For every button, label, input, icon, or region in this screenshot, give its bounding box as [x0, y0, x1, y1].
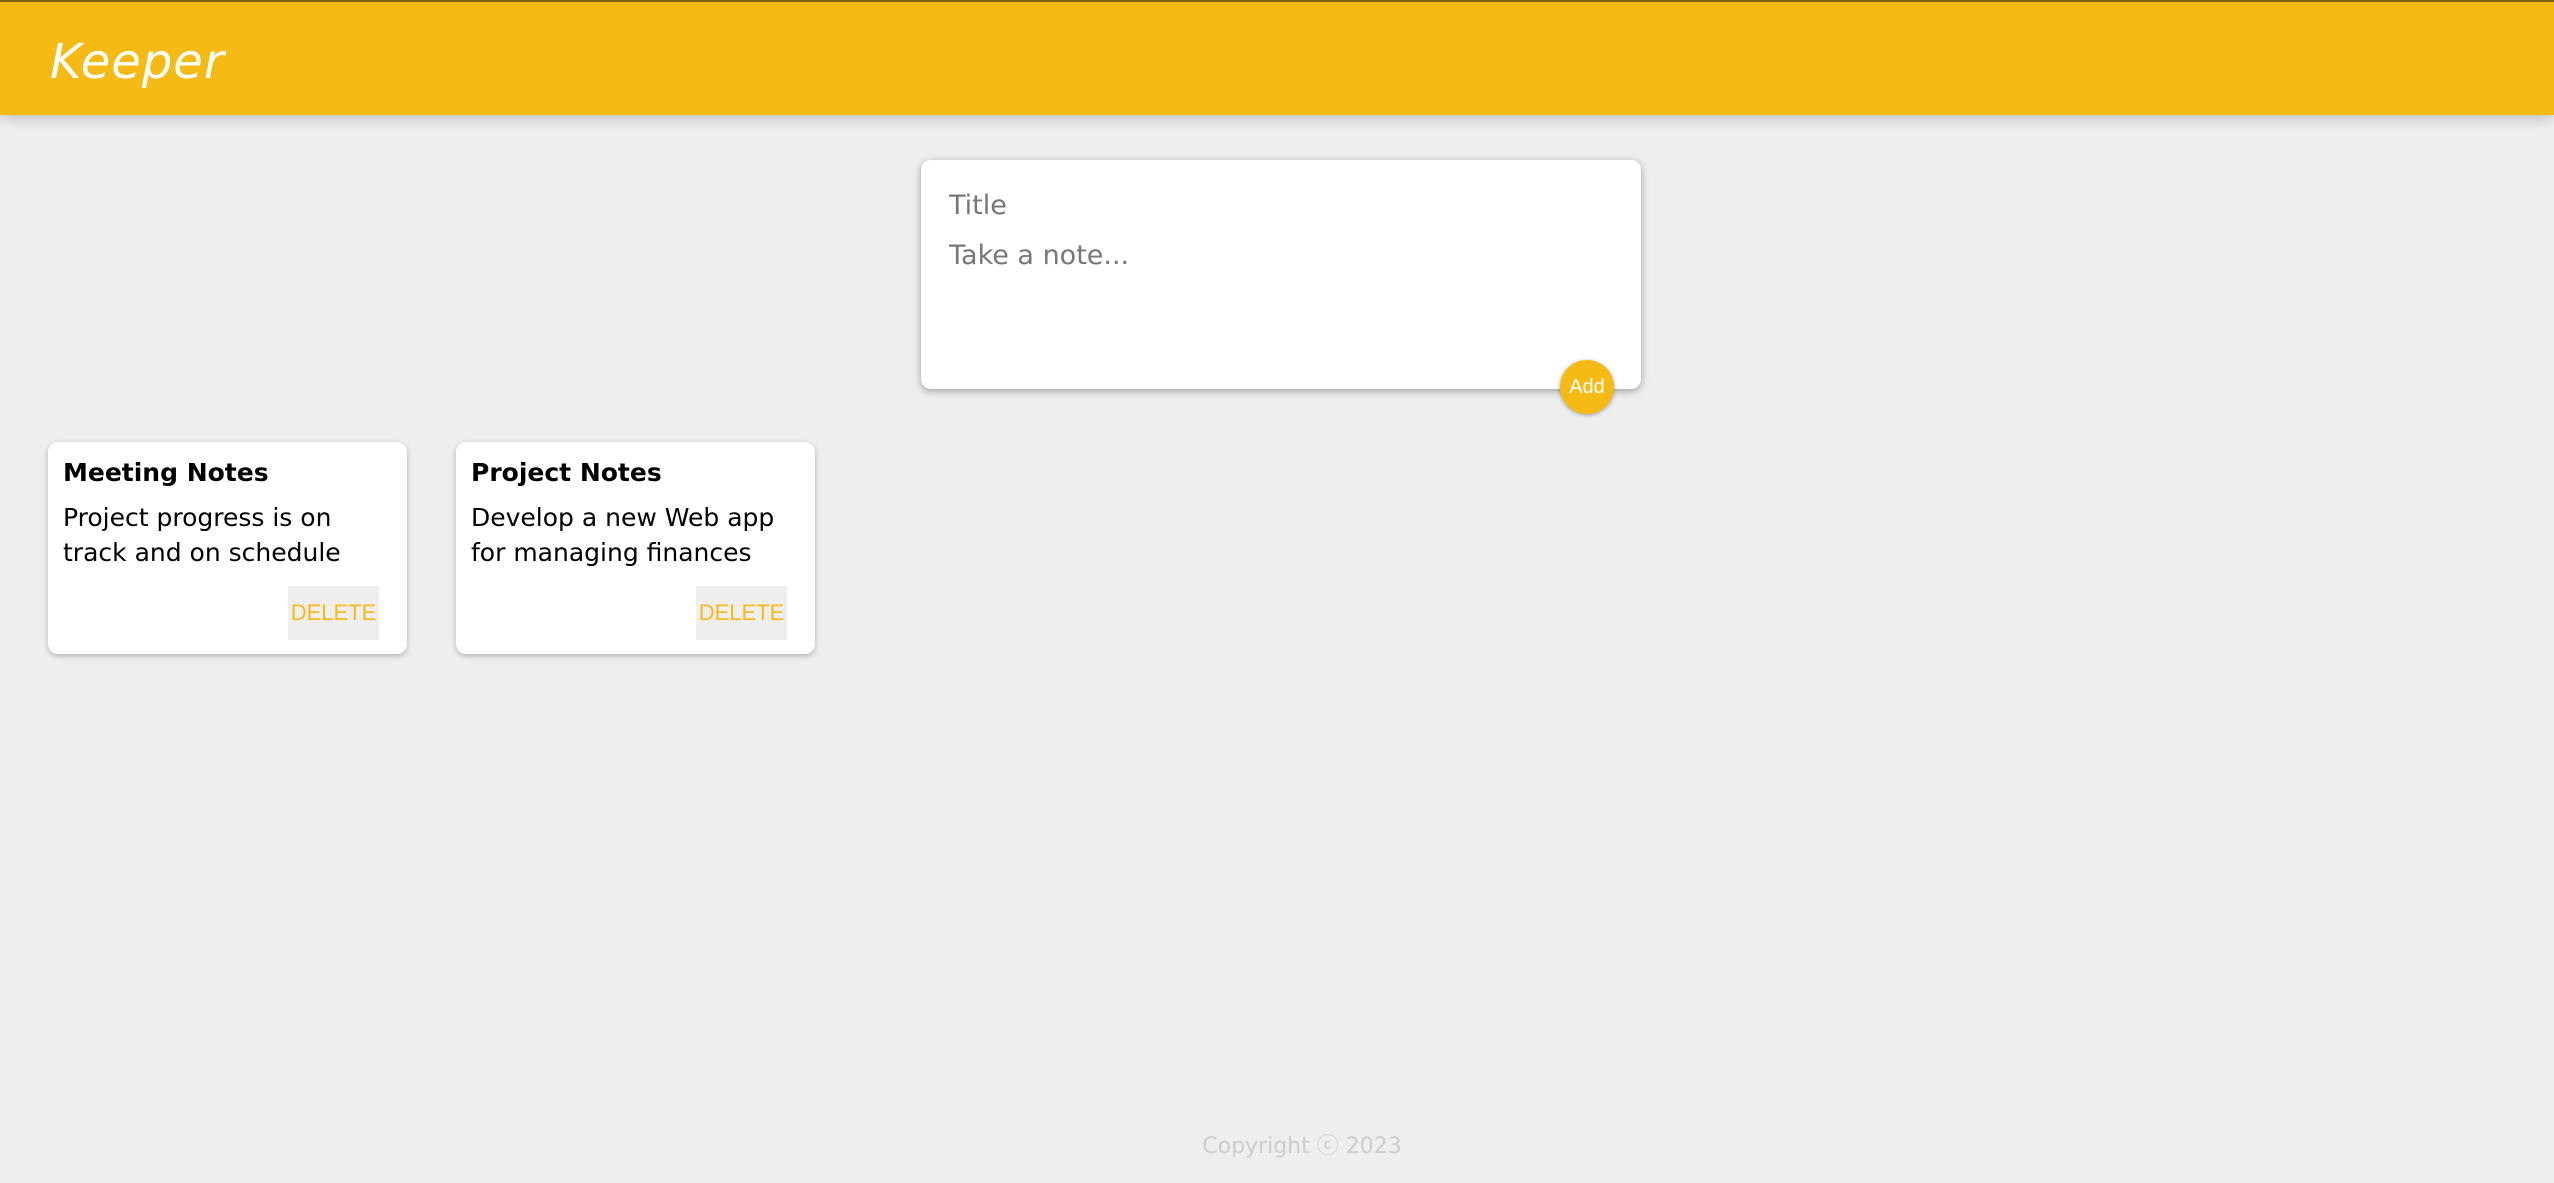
add-note-button[interactable]: Add [1560, 360, 1614, 414]
app-title: Keeper [50, 34, 225, 90]
note-card: Project Notes Develop a new Web app for … [456, 442, 815, 654]
create-note-form: Add [921, 160, 1641, 414]
page-footer: Copyright ⓒ 2023 [0, 1128, 2554, 1160]
delete-note-button[interactable]: DELETE [288, 586, 379, 640]
note-card: Meeting Notes Project progress is on tra… [48, 442, 407, 654]
note-content: Project progress is on track and on sche… [63, 503, 341, 567]
note-title: Meeting Notes [63, 458, 269, 487]
note-content: Develop a new Web app for managing finan… [471, 503, 775, 567]
note-title: Project Notes [471, 458, 662, 487]
copyright-text: Copyright ⓒ 2023 [1202, 1134, 1402, 1159]
note-content-textarea[interactable] [949, 240, 1609, 360]
delete-note-button[interactable]: DELETE [696, 586, 787, 640]
app-header: Keeper [0, 0, 2554, 115]
note-title-input[interactable] [949, 190, 1609, 221]
